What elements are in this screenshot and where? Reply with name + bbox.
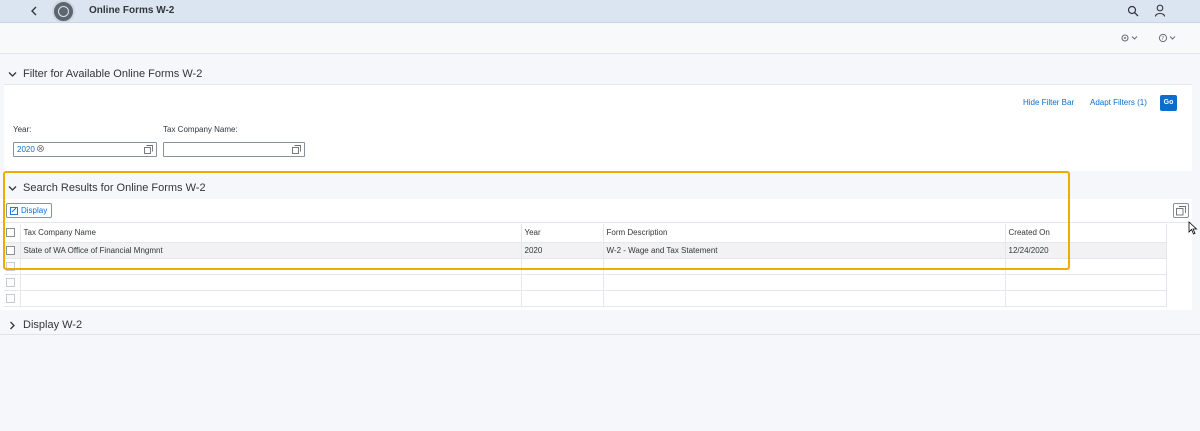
- settings-icon: [1121, 34, 1138, 42]
- chevron-down-icon: [8, 186, 17, 191]
- year-multi-input[interactable]: 2020: [13, 142, 157, 157]
- results-section-header: Search Results for Online Forms W-2: [0, 178, 1200, 198]
- empty-cell: [20, 258, 522, 275]
- shell-bar: Online Forms W-2: [0, 0, 1200, 23]
- column-header-created[interactable]: Created On: [1005, 224, 1167, 243]
- hide-filter-bar-link[interactable]: Hide Filter Bar: [1023, 98, 1074, 107]
- section-divider: [0, 334, 1200, 335]
- select-all-checkbox[interactable]: [6, 228, 15, 238]
- empty-row: [4, 258, 1167, 275]
- go-button[interactable]: Go: [1160, 95, 1177, 111]
- empty-cell: [603, 274, 1006, 291]
- empty-cell: [1005, 290, 1167, 307]
- user-button[interactable]: [1154, 3, 1168, 19]
- row-select-cell: [4, 274, 21, 291]
- back-icon: [31, 6, 37, 16]
- display-button[interactable]: Display: [6, 203, 53, 218]
- app-title: Online Forms W-2: [89, 5, 175, 16]
- empty-cell: [20, 290, 522, 307]
- row-checkbox[interactable]: [6, 245, 15, 255]
- empty-cell: [1005, 258, 1167, 275]
- table-settings-button[interactable]: [1173, 203, 1189, 218]
- cell-company: State of WA Office of Financial Mngmnt: [20, 242, 522, 259]
- collapse-filter-toggle[interactable]: [8, 68, 18, 80]
- results-table: Tax Company Name Year Form Description C…: [4, 224, 1167, 307]
- filter-section-title: Filter for Available Online Forms W-2: [23, 68, 203, 80]
- display-button-label: Display: [21, 206, 48, 215]
- empty-row: [4, 290, 1167, 307]
- tax-company-input[interactable]: [163, 142, 305, 157]
- expand-display-toggle[interactable]: [8, 319, 18, 331]
- row-select-cell: [4, 242, 21, 259]
- results-toolbar: Display: [0, 199, 1192, 223]
- select-all-cell: [4, 224, 21, 243]
- display-icon: [10, 207, 18, 215]
- row-checkbox[interactable]: [6, 293, 15, 303]
- empty-cell: [521, 274, 604, 291]
- collapse-results-toggle[interactable]: [8, 182, 18, 194]
- column-header-year[interactable]: Year: [521, 224, 604, 243]
- row-checkbox[interactable]: [6, 261, 15, 271]
- chevron-right-icon: [10, 321, 15, 330]
- filter-bar: Hide Filter Bar Adapt Filters (1) Go Yea…: [4, 84, 1192, 171]
- cell-created: 12/24/2020: [1005, 242, 1167, 259]
- help-menu-button[interactable]: ?: [1158, 33, 1182, 47]
- svg-text:?: ?: [1161, 36, 1164, 42]
- display-section-header: Display W-2: [0, 315, 1200, 335]
- filter-section-header: Filter for Available Online Forms W-2: [0, 64, 1200, 84]
- year-label: Year:: [13, 125, 32, 134]
- page-toolbar: ?: [0, 24, 1200, 54]
- display-section-title: Display W-2: [23, 319, 83, 331]
- settings-menu-button[interactable]: [1120, 33, 1144, 47]
- empty-cell: [603, 258, 1006, 275]
- column-header-company[interactable]: Tax Company Name: [20, 224, 522, 243]
- cell-year: 2020: [521, 242, 604, 259]
- column-header-description[interactable]: Form Description: [603, 224, 1006, 243]
- empty-row: [4, 274, 1167, 291]
- results-section-title: Search Results for Online Forms W-2: [23, 182, 206, 194]
- empty-cell: [521, 290, 604, 307]
- empty-cell: [1005, 274, 1167, 291]
- results-table-panel: Display Tax Company Name Year Form Descr…: [0, 199, 1192, 310]
- adapt-filters-link[interactable]: Adapt Filters (1): [1090, 98, 1147, 107]
- row-checkbox[interactable]: [6, 277, 15, 287]
- value-help-icon[interactable]: [292, 145, 301, 154]
- state-seal-logo: [52, 0, 75, 23]
- search-icon: [1127, 5, 1139, 17]
- tax-company-label: Tax Company Name:: [163, 125, 238, 134]
- row-select-cell: [4, 258, 21, 275]
- table-settings-icon: [1176, 206, 1186, 216]
- empty-cell: [20, 274, 522, 291]
- table-row[interactable]: State of WA Office of Financial Mngmnt 2…: [4, 242, 1167, 259]
- help-icon: ?: [1158, 33, 1176, 42]
- chevron-down-icon: [8, 72, 17, 77]
- search-button[interactable]: [1127, 3, 1141, 19]
- value-help-icon[interactable]: [144, 145, 153, 154]
- empty-cell: [603, 290, 1006, 307]
- year-token-text: 2020: [17, 145, 35, 154]
- year-token[interactable]: 2020: [17, 145, 44, 155]
- mouse-cursor-icon: [1188, 221, 1198, 235]
- user-icon: [1154, 4, 1166, 17]
- clear-token-icon[interactable]: [37, 145, 44, 152]
- cell-description: W-2 - Wage and Tax Statement: [603, 242, 1006, 259]
- row-select-cell: [4, 290, 21, 307]
- empty-cell: [521, 258, 604, 275]
- back-button[interactable]: [26, 2, 42, 20]
- table-header-row: Tax Company Name Year Form Description C…: [4, 224, 1167, 243]
